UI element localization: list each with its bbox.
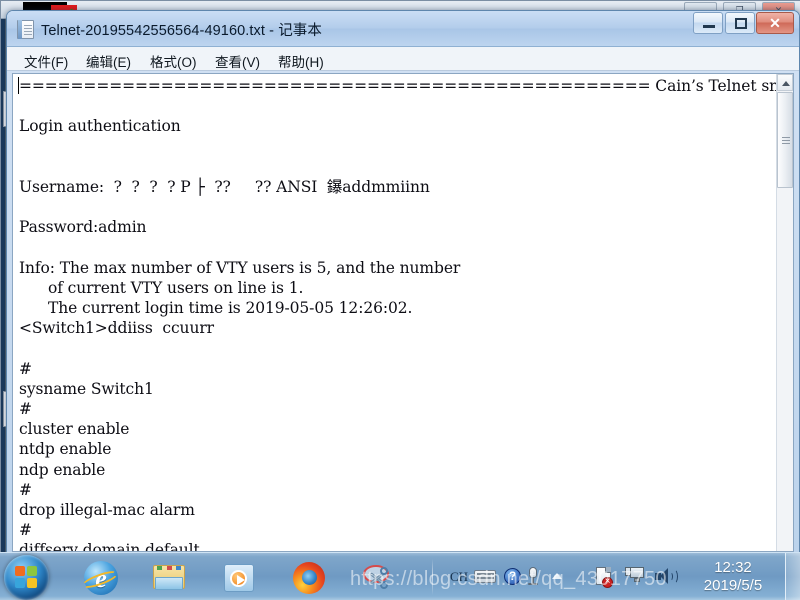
text-line: [19, 96, 773, 116]
text-line: cluster enable: [19, 420, 130, 439]
maximize-icon: [735, 18, 747, 29]
scrollbar-thumb[interactable]: [777, 92, 793, 188]
scrollbar-grip-icon: [782, 137, 790, 138]
taskbar-item-internet-explorer[interactable]: e: [80, 559, 120, 597]
scroll-up-button[interactable]: [777, 74, 793, 91]
notepad-window[interactable]: Telnet-20195542556564-49160.txt - 记事本 ✕ …: [6, 10, 800, 555]
snipping-tool-icon: [361, 563, 393, 593]
text-line: of current VTY users on line is 1.: [19, 278, 304, 297]
close-icon: ✕: [769, 15, 781, 31]
notepad-text-area[interactable]: ========================================…: [12, 73, 794, 552]
text-line: Info: The max number of VTY users is 5, …: [19, 258, 461, 277]
text-line: #: [19, 359, 32, 378]
notepad-titlebar[interactable]: Telnet-20195542556564-49160.txt - 记事本 ✕: [7, 11, 799, 47]
text-line: ========================================…: [19, 77, 794, 95]
text-line: diffserv domain default: [19, 541, 200, 552]
taskbar[interactable]: e CH ? × 12:32 2019/5/5: [0, 552, 800, 600]
text-line: #: [19, 521, 32, 540]
text-line: Username: ? ? ? ? P ├ ?? ?? ANSI 鑤addmmi…: [19, 177, 430, 196]
ime-indicator[interactable]: CH: [450, 569, 468, 585]
show-hidden-icons-arrow-icon[interactable]: [552, 573, 562, 579]
taskbar-divider: [432, 559, 433, 595]
firefox-icon: [293, 562, 325, 594]
close-button[interactable]: ✕: [756, 12, 794, 34]
maximize-button[interactable]: [725, 12, 755, 34]
notepad-title: Telnet-20195542556564-49160.txt - 记事本: [41, 23, 322, 39]
windows-logo-icon: [15, 566, 38, 589]
text-line: [19, 197, 773, 217]
folder-icon: [153, 565, 185, 591]
start-button[interactable]: [4, 555, 49, 600]
vertical-scrollbar[interactable]: [776, 74, 793, 551]
keyboard-icon[interactable]: [474, 570, 496, 583]
document-icon[interactable]: [596, 567, 613, 588]
taskbar-item-media-player[interactable]: [220, 559, 258, 597]
text-line: [19, 157, 773, 177]
network-icon[interactable]: [625, 567, 645, 584]
text-line: [19, 238, 773, 258]
chevron-up-icon: [782, 81, 790, 86]
desktop-screen: ✓ – ❐ ✕ Telnet-20195542556564-49160.txt …: [0, 0, 800, 600]
minimize-icon: [703, 25, 715, 28]
text-line: Login authentication: [19, 117, 181, 136]
notepad-menubar[interactable]: 文件(F) 编辑(E) 格式(O) 查看(V) 帮助(H): [7, 47, 799, 71]
text-line: Password:admin: [19, 218, 147, 237]
text-line: drop illegal-mac alarm: [19, 500, 195, 519]
text-line: The current login time is 2019-05-05 12:…: [19, 299, 413, 318]
clock-date: 2019/5/5: [703, 577, 763, 594]
text-line: ndp enable: [19, 460, 106, 479]
volume-icon[interactable]: [655, 568, 678, 585]
text-line: [19, 137, 773, 157]
text-line: #: [19, 400, 32, 418]
show-desktop-button[interactable]: [785, 553, 800, 600]
taskbar-item-windows-explorer[interactable]: [150, 559, 188, 597]
menu-item-file[interactable]: 文件(F): [21, 50, 71, 72]
clock-time: 12:32: [714, 559, 752, 576]
notepad-icon: [17, 20, 34, 39]
notepad-text-content[interactable]: ========================================…: [19, 76, 794, 552]
menu-item-format[interactable]: 格式(O): [147, 50, 200, 72]
text-line: <Switch1>ddiiss ccuurr: [19, 319, 214, 338]
microphone-icon[interactable]: [527, 567, 539, 585]
minimize-button[interactable]: [693, 12, 723, 34]
taskbar-clock[interactable]: 12:32 2019/5/5: [688, 559, 778, 595]
help-icon[interactable]: ?: [504, 568, 521, 585]
menu-item-help[interactable]: 帮助(H): [275, 50, 327, 72]
text-line: sysname Switch1: [19, 379, 154, 398]
media-player-icon: [224, 564, 254, 592]
menu-item-edit[interactable]: 编辑(E): [83, 50, 134, 72]
taskbar-item-firefox[interactable]: [290, 559, 328, 597]
text-line: [19, 338, 773, 358]
taskbar-item-snipping-tool[interactable]: [358, 559, 396, 597]
menu-item-view[interactable]: 查看(V): [212, 50, 263, 72]
text-line: ntdp enable: [19, 440, 112, 459]
text-line: #: [19, 480, 32, 499]
error-badge-icon: [602, 576, 613, 588]
